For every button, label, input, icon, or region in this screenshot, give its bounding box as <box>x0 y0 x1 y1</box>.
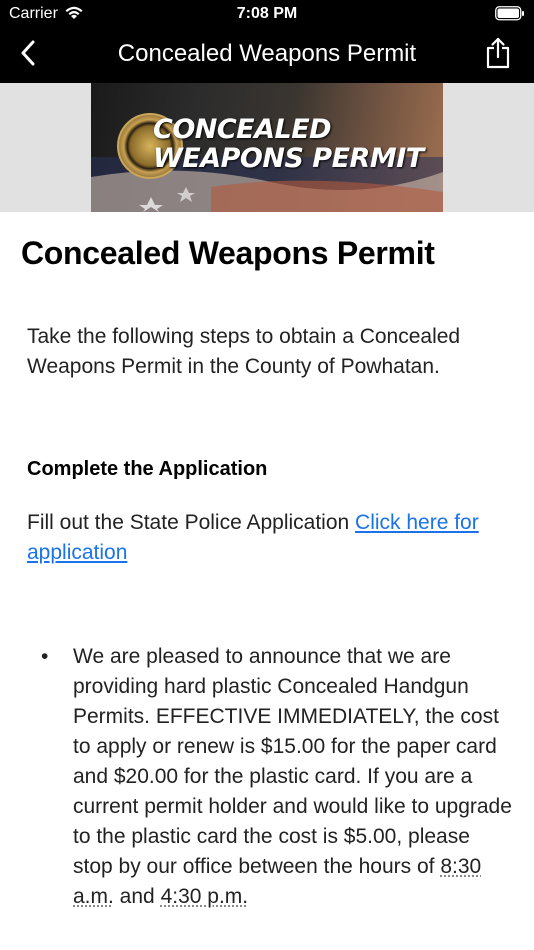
back-button[interactable] <box>10 36 46 74</box>
page-title: Concealed Weapons Permit <box>21 235 435 271</box>
bullet-text-joiner: and <box>113 885 161 908</box>
application-paragraph: Fill out the State Police Application Cl… <box>27 508 507 568</box>
navigation-bar: Concealed Weapons Permit <box>0 28 534 83</box>
chevron-left-icon <box>20 40 36 71</box>
share-button[interactable] <box>480 36 516 74</box>
bullet-text: We are pleased to announce that we are p… <box>73 645 512 878</box>
section-heading: Complete the Application <box>27 458 268 480</box>
status-time: 7:08 PM <box>236 5 298 22</box>
battery-icon <box>495 6 525 26</box>
list-item: • We are pleased to announce that we are… <box>0 642 512 912</box>
bullet-dot: • <box>41 645 49 668</box>
banner-area: CONCEALED WEAPONS PERMIT <box>0 83 534 212</box>
banner-title: CONCEALED WEAPONS PERMIT <box>153 115 424 173</box>
bullet-list: • We are pleased to announce that we are… <box>0 642 534 912</box>
banner-title-line1: CONCEALED <box>153 114 332 145</box>
banner-image: CONCEALED WEAPONS PERMIT <box>91 83 443 212</box>
share-icon <box>485 37 511 74</box>
application-text: Fill out the State Police Application <box>27 511 356 534</box>
nav-title: Concealed Weapons Permit <box>117 40 417 67</box>
time-end: 4:30 p.m. <box>160 885 249 908</box>
banner-title-line2: WEAPONS PERMIT <box>153 143 424 174</box>
intro-paragraph: Take the following steps to obtain a Con… <box>27 325 461 378</box>
status-bar: Carrier 7:08 PM <box>0 0 534 28</box>
